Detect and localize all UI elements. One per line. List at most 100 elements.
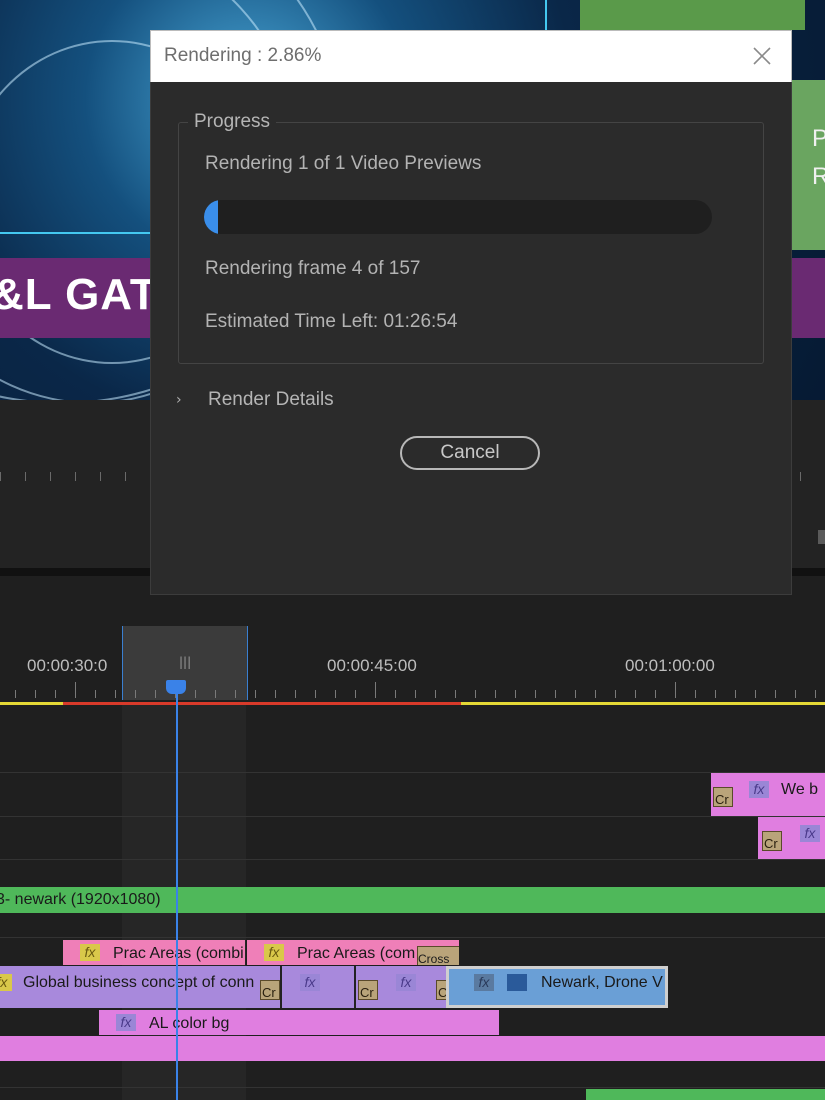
ruler-tick [655,690,656,698]
timecode-label: 00:00:30:0 [27,656,108,675]
close-icon[interactable] [750,44,774,68]
clip-lavender[interactable]: Cr fx Cr [354,966,446,1008]
cancel-button[interactable]: Cancel [400,436,540,470]
monitor-ruler-tick [100,472,101,481]
monitor-ruler-tick [800,472,801,481]
fx-icon: fx [749,781,769,798]
fx-icon: fx [264,944,284,961]
ruler-tick [35,690,36,698]
chevron-right-icon[interactable]: › [176,392,182,408]
clip-global[interactable]: fx Global business concept of conn Cr [0,966,280,1008]
monitor-scroll-handle[interactable] [818,530,825,544]
crossfade-icon[interactable]: Cr [358,980,378,1000]
ruler-tick [55,690,56,698]
ruler-tick [675,682,676,698]
fx-icon: fx [116,1014,136,1031]
motion-icon [507,974,527,991]
ruler-tick [115,690,116,698]
monitor-ruler-tick [25,472,26,481]
ruler-tick [595,690,596,698]
clip-prac-areas-1[interactable]: fx Prac Areas (combi [63,940,245,965]
ruler-tick [15,690,16,698]
monitor-ruler-tick [125,472,126,481]
crossfade-icon[interactable]: Cr [260,980,280,1000]
track-divider [0,937,825,938]
ruler-tick [315,690,316,698]
ruler-tick [355,690,356,698]
render-bar-red [63,702,461,705]
fx-icon: fx [0,974,12,991]
clip-web-2[interactable]: Cr fx [758,817,825,859]
ruler-tick [195,690,196,698]
ruler-tick [615,690,616,698]
ruler-tick [415,690,416,698]
playhead-handle[interactable] [166,680,186,694]
track-divider [0,772,825,773]
ruler-tick [75,682,76,698]
fx-icon: fx [474,974,494,991]
monitor-ruler-tick [75,472,76,481]
ruler-tick [715,690,716,698]
time-left-text: Estimated Time Left: 01:26:54 [205,311,458,332]
clip-label: Newark, Drone V [541,974,663,991]
clip-label: We b [781,781,819,798]
clip-prac-areas-2[interactable]: fx Prac Areas (com Cross [247,940,459,965]
ruler-tick [295,690,296,698]
progress-bar [204,200,712,234]
crossfade-icon[interactable]: Cr [762,831,782,851]
ruler-tick [155,690,156,698]
ruler-tick [635,690,636,698]
ruler-tick [495,690,496,698]
clip-newark-graphic[interactable]: 3- newark (1920x1080) [0,887,825,913]
grip-icon[interactable]: ||| [179,655,191,669]
clip-lavender[interactable]: fx [280,966,354,1008]
monitor-graphic [580,0,805,30]
ruler-tick [755,690,756,698]
playhead-line[interactable] [176,688,178,1100]
clip-label: 3- newark (1920x1080) [0,891,161,908]
clip-label: Prac Areas (combi [113,945,244,962]
ruler-tick [535,690,536,698]
ruler-tick [375,682,376,698]
clip-web[interactable]: Cr fx We b [711,773,825,816]
ruler-tick [815,690,816,698]
ruler-tick [515,690,516,698]
clip-label: AL color bg [149,1015,230,1032]
ruler-tick [335,690,336,698]
render-details-toggle[interactable]: Render Details [208,389,334,411]
track-divider [0,859,825,860]
track-divider [0,816,825,817]
crossfade-icon[interactable]: Cr [713,787,733,807]
ruler-tick [275,690,276,698]
crossfade-icon[interactable]: Cr [436,980,446,1000]
fx-icon: fx [800,825,820,842]
render-status-text: Rendering 1 of 1 Video Previews [205,153,482,174]
clip-newark-drone[interactable]: fx Newark, Drone V [446,966,668,1008]
progress-group-label: Progress [188,111,277,133]
ruler-tick [555,690,556,698]
clip-label: Global business concept of conn [23,974,255,991]
ruler-tick [395,690,396,698]
clip-pink-bar[interactable] [0,1036,825,1061]
monitor-ruler-tick [50,472,51,481]
crossfade-label[interactable]: Cross [417,946,459,965]
frame-count-text: Rendering frame 4 of 157 [205,258,421,279]
dialog-title: Rendering : 2.86% [164,45,322,66]
timecode-label: 00:00:45:00 [327,656,417,675]
ruler-tick [795,690,796,698]
clip-al-color-bg[interactable]: fx AL color bg [99,1010,499,1035]
track-divider [0,1087,825,1088]
ruler-tick [135,690,136,698]
ruler-tick [215,690,216,698]
clip-green-bottom[interactable] [586,1089,825,1100]
ruler-tick [575,690,576,698]
ruler-tick [695,690,696,698]
ruler-tick [475,690,476,698]
fx-icon: fx [396,974,416,991]
clip-label: Prac Areas (com [297,945,416,962]
ruler-tick [435,690,436,698]
fx-icon: fx [80,944,100,961]
monitor-banner-text: &L GATI [0,270,171,319]
ruler-tick [255,690,256,698]
timecode-label: 00:01:00:00 [625,656,715,675]
